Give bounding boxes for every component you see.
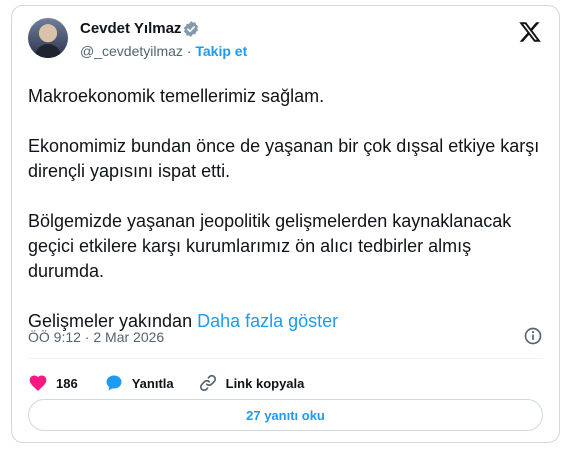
divider [28, 358, 543, 359]
tweet-actions: 186 Yanıtla Link kopyala [28, 368, 328, 398]
reply-button[interactable]: Yanıtla [104, 373, 174, 393]
speech-bubble-icon [106, 375, 122, 391]
follow-button[interactable]: Takip et [195, 43, 247, 59]
tweet-text: Makroekonomik temellerimiz sağlam. Ekono… [28, 84, 548, 359]
tweet-paragraph: Bölgemizde yaşanan jeopolitik gelişmeler… [28, 211, 512, 281]
tweet-paragraph: Makroekonomik temellerimiz sağlam. [28, 86, 325, 106]
copy-link-button[interactable]: Link kopyala [198, 373, 305, 393]
tweet-paragraph: Ekonomimiz bundan önce de yaşanan bir ço… [28, 136, 540, 181]
show-more-link[interactable]: Daha fazla göster [197, 311, 338, 331]
reply-label: Yanıtla [131, 375, 174, 391]
tweet-timestamp[interactable]: ÖÖ 9:12 · 2 Mar 2026 [28, 328, 164, 346]
like-button[interactable]: 186 [28, 373, 78, 393]
x-logo-icon[interactable] [518, 20, 542, 44]
tweet-card: Cevdet Yılmaz @_cevdetyilmaz · Takip et … [11, 5, 560, 443]
author-handle[interactable]: @_cevdetyilmaz [80, 43, 183, 59]
author-name[interactable]: Cevdet Yılmaz [80, 20, 181, 38]
read-replies-button[interactable]: 27 yanıtı oku [28, 399, 543, 431]
link-icon [199, 374, 216, 392]
heart-icon [29, 375, 47, 391]
info-icon[interactable] [523, 326, 543, 346]
author-handle-row: @_cevdetyilmaz · Takip et [80, 42, 247, 60]
like-count: 186 [56, 375, 78, 391]
handle-separator: · [186, 43, 192, 59]
copy-link-label: Link kopyala [225, 375, 305, 391]
author-avatar[interactable] [28, 18, 68, 58]
verified-badge-icon [183, 21, 199, 37]
